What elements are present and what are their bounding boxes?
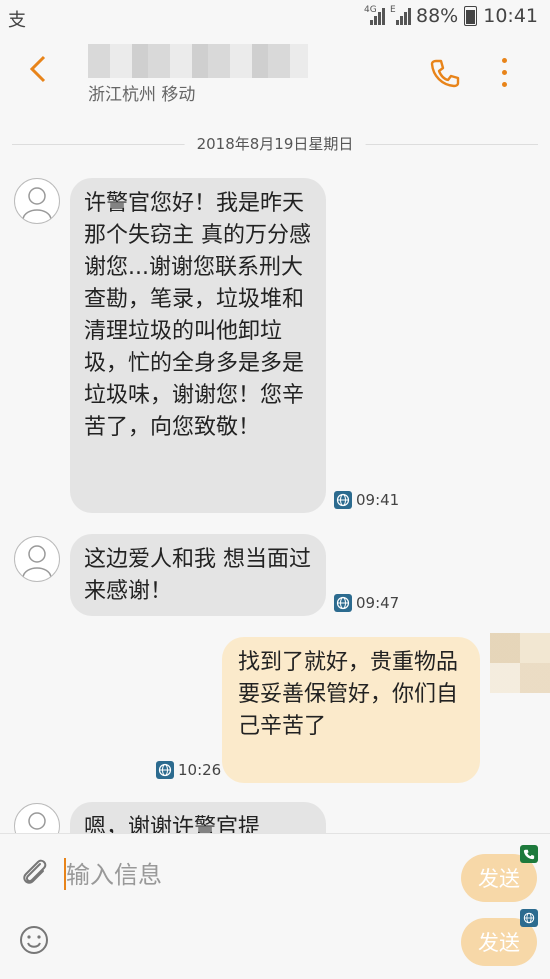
phone-sim-badge-icon bbox=[520, 845, 538, 863]
attachment-paperclip-icon[interactable] bbox=[18, 856, 52, 890]
message-composer: 发送 发送 bbox=[0, 833, 550, 979]
my-avatar-blurred bbox=[490, 633, 550, 693]
message-time: 09:41 bbox=[334, 491, 399, 509]
globe-sim-badge-icon bbox=[520, 909, 538, 927]
signal-4g-icon: 4G bbox=[364, 5, 385, 25]
battery-icon bbox=[464, 6, 478, 26]
sim-globe-icon bbox=[334, 594, 352, 612]
message-bubble-incoming[interactable]: 嗯，谢谢许警官提 bbox=[70, 802, 326, 833]
contact-name-blurred bbox=[88, 44, 308, 78]
sim-globe-icon bbox=[334, 491, 352, 509]
emoji-icon[interactable] bbox=[18, 924, 50, 956]
message-bubble-incoming[interactable]: 这边爱人和我 想当面过来感谢！ bbox=[70, 534, 326, 616]
message-time: 10:26 bbox=[156, 761, 221, 779]
conversation-header: 浙江杭州 移动 bbox=[0, 36, 550, 112]
back-arrow-icon[interactable] bbox=[28, 54, 48, 92]
status-bar: 支 4G E 88% 10:41 bbox=[0, 0, 550, 36]
date-label: 2018年8月19日星期日 bbox=[184, 133, 366, 154]
contact-avatar-icon[interactable] bbox=[14, 803, 60, 833]
contact-avatar-icon[interactable] bbox=[14, 536, 60, 582]
alipay-notification-icon: 支 bbox=[8, 10, 26, 31]
message-bubble-incoming[interactable]: 许警官您好！我是昨天那个失窃主 真的万分感谢您...谢谢您联系刑大查勘，笔录，垃… bbox=[70, 178, 326, 513]
sim-globe-icon bbox=[156, 761, 174, 779]
message-input[interactable] bbox=[62, 852, 448, 898]
date-divider: 2018年8月19日星期日 bbox=[12, 130, 538, 158]
contact-location: 浙江杭州 移动 bbox=[88, 85, 196, 105]
more-options-icon[interactable] bbox=[500, 58, 508, 88]
signal-e-icon: E bbox=[390, 5, 411, 25]
contact-avatar-icon[interactable] bbox=[14, 178, 60, 224]
message-time: 09:47 bbox=[334, 594, 399, 612]
phone-call-icon[interactable] bbox=[428, 56, 462, 90]
status-indicators: 4G E 88% 10:41 bbox=[364, 5, 538, 27]
battery-percent: 88% bbox=[416, 5, 459, 27]
message-bubble-outgoing[interactable]: 找到了就好，贵重物品要妥善保管好，你们自己辛苦了 bbox=[222, 637, 480, 783]
clock: 10:41 bbox=[483, 5, 538, 27]
message-list[interactable]: 许警官您好！我是昨天那个失窃主 真的万分感谢您...谢谢您联系刑大查勘，笔录，垃… bbox=[0, 165, 550, 833]
